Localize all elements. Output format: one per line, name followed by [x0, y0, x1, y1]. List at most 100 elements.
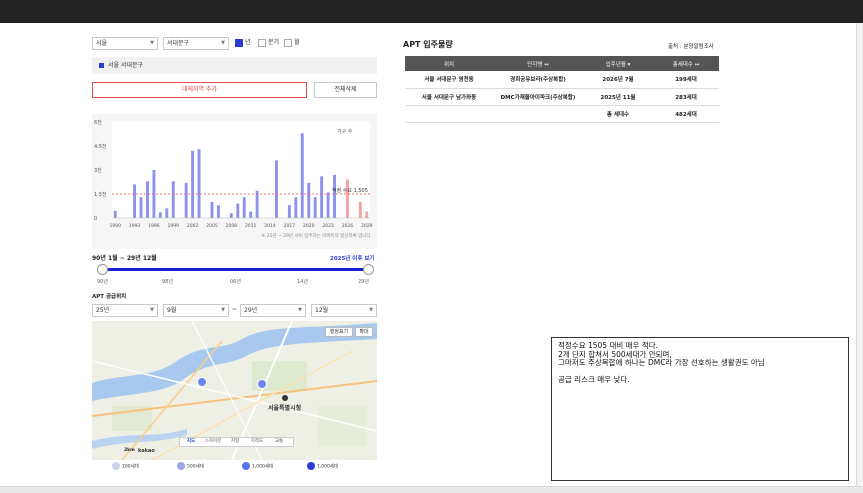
add-compare-region-button[interactable]: 대체지역 추가 [92, 82, 307, 98]
map-marker-icon[interactable] [197, 377, 207, 387]
cell-movein: 2026년 7월 [583, 71, 653, 89]
bar [236, 203, 240, 218]
from-month-select[interactable]: 9월 ▼ [163, 304, 229, 317]
map-marker-icon[interactable] [257, 379, 267, 389]
cell-location: 서울 서대문구 영천동 [405, 71, 493, 89]
chevron-down-icon: ▼ [221, 307, 225, 313]
period-label-year: 년 [245, 39, 251, 46]
bar [242, 197, 246, 218]
note-line: 그마저도 주상복합에 하나는 DMC라 가장 선호하는 생활권도 아님 [558, 358, 765, 368]
map-tab-cadastral[interactable]: 지적도 [246, 438, 268, 446]
admin-label-toggle-button[interactable]: 행정표기 [325, 327, 353, 337]
from-year-value: 25년 [96, 307, 110, 314]
range-tilde: ~ [232, 306, 238, 313]
bar [358, 202, 362, 218]
map-tab-map[interactable]: 지도 [180, 438, 202, 446]
legend-circle-icon [242, 462, 250, 470]
supply-bar-chart: 6천 4.5천 3천 1.5천 0 가구 수적정 수요 1,505 1990 1993 1996… [94, 119, 373, 239]
map-tab-skyview[interactable]: 스카이뷰 [202, 438, 224, 446]
x-tick-label: 2017 [284, 223, 296, 229]
table-row[interactable]: 서울 서대문구 남가좌동 DMC가재울아이파크(주상복합) 2025년 11월 … [405, 88, 719, 106]
bar [165, 208, 169, 218]
legend-label: 1,000세대 [252, 464, 274, 470]
chevron-down-icon: ▼ [369, 307, 373, 313]
bar [326, 192, 330, 218]
y-tick-label: 4.5천 [94, 143, 107, 150]
district-select[interactable]: 서대문구 ▼ [163, 37, 229, 50]
map-zoom-button[interactable]: 확대 [355, 327, 373, 337]
cell-empty [405, 105, 493, 123]
range-start-handle[interactable] [97, 264, 108, 275]
legend-circle-icon [112, 462, 120, 470]
supply-map[interactable]: 서울특별시청 행정표기 확대 지도 스카이뷰 지형 지적도 교통 2km kakao [92, 321, 377, 460]
to-month-select[interactable]: 12월 ▼ [311, 304, 377, 317]
x-tick-label: 2005 [206, 223, 218, 229]
legend-item: 1,000세대 [242, 462, 273, 470]
analysis-note-box[interactable]: 적정수요 1505 대비 매우 적다. 2개 단지 합쳐서 500세대가 안되며… [551, 337, 849, 481]
x-tick-label: 1996 [148, 223, 160, 229]
cell-complex: 경희궁유보라(주상복합) [493, 71, 583, 89]
column-header-households[interactable]: 총세대수 ↔ [653, 56, 719, 71]
map-type-tabs: 지도 스카이뷰 지형 지적도 교통 [179, 437, 294, 447]
window-right-edge [856, 23, 863, 486]
bar [197, 149, 201, 218]
cell-households: 283세대 [653, 88, 719, 106]
legend-circle-icon [307, 462, 315, 470]
to-year-select[interactable]: 29년 ▼ [240, 304, 306, 317]
legend-item: 500세대 [177, 462, 204, 470]
bar [345, 179, 349, 218]
to-year-value: 29년 [244, 307, 258, 314]
region-tag-label: 서울 서대문구 [108, 62, 144, 69]
x-tick-label: 2011 [245, 223, 257, 229]
map-tab-terrain[interactable]: 지형 [224, 438, 246, 446]
bar [300, 133, 304, 218]
range-tick-label: 29년 [358, 279, 369, 285]
apt-panel-title: APT 입주물량 [403, 40, 453, 49]
period-checkbox-year[interactable] [235, 39, 243, 47]
from-month-value: 9월 [167, 307, 177, 314]
apt-supply-table: 위치 단지명 ↔ 입주년월 ▾ 총세대수 ↔ 서울 서대문구 영천동 경희궁유보… [405, 56, 719, 123]
bar [113, 210, 117, 218]
bar [249, 211, 253, 218]
x-tick-label: 1990 [109, 223, 121, 229]
range-label: 90년 1월 ~ 29년 12월 [92, 255, 157, 262]
period-range-slider[interactable] [102, 268, 369, 271]
x-tick-label: 2023 [322, 223, 334, 229]
range-end-handle[interactable] [363, 264, 374, 275]
map-tab-traffic[interactable]: 교통 [268, 438, 290, 446]
cell-location: 서울 서대문구 남가좌동 [405, 88, 493, 106]
cell-empty [493, 105, 583, 123]
chevron-down-icon: ▼ [150, 40, 154, 46]
city-select[interactable]: 서울 ▼ [92, 37, 158, 50]
column-header-location[interactable]: 위치 [405, 56, 493, 71]
district-select-value: 서대문구 [167, 40, 190, 47]
reference-line-label: 적정 수요 1,505 [332, 187, 368, 194]
period-checkbox-month[interactable] [284, 39, 292, 47]
total-label: 총 세대수 [583, 105, 653, 123]
region-color-marker [99, 63, 104, 68]
selected-region-box: 서울 서대문구 [92, 57, 377, 74]
range-tick-label: 90년 [97, 279, 108, 285]
bar [365, 211, 369, 218]
bar [184, 182, 188, 218]
kakao-logo: kakao [138, 448, 155, 454]
x-tick-label: 2002 [187, 223, 199, 229]
chevron-down-icon: ▼ [150, 307, 154, 313]
y-tick-label: 1.5천 [94, 191, 107, 198]
range-tick-label: 14년 [297, 279, 308, 285]
cell-movein: 2025년 11월 [583, 88, 653, 106]
after-2025-link[interactable]: 2025년 이후 보기 [330, 254, 374, 262]
bar [133, 184, 137, 218]
bar [307, 182, 311, 218]
column-header-movein[interactable]: 입주년월 ▾ [583, 56, 653, 71]
bar [229, 213, 233, 218]
column-header-complex[interactable]: 단지명 ↔ [493, 56, 583, 71]
legend-circle-icon [177, 462, 185, 470]
x-tick-label: 2014 [264, 223, 276, 229]
delete-all-button[interactable]: 전체삭제 [314, 82, 377, 98]
table-row[interactable]: 서울 서대문구 영천동 경희궁유보라(주상복합) 2026년 7월 199세대 [405, 71, 719, 89]
period-checkbox-quarter[interactable] [258, 39, 266, 47]
to-month-value: 12월 [315, 307, 329, 314]
from-year-select[interactable]: 25년 ▼ [92, 304, 158, 317]
supply-location-title: APT 공급위치 [92, 294, 127, 300]
